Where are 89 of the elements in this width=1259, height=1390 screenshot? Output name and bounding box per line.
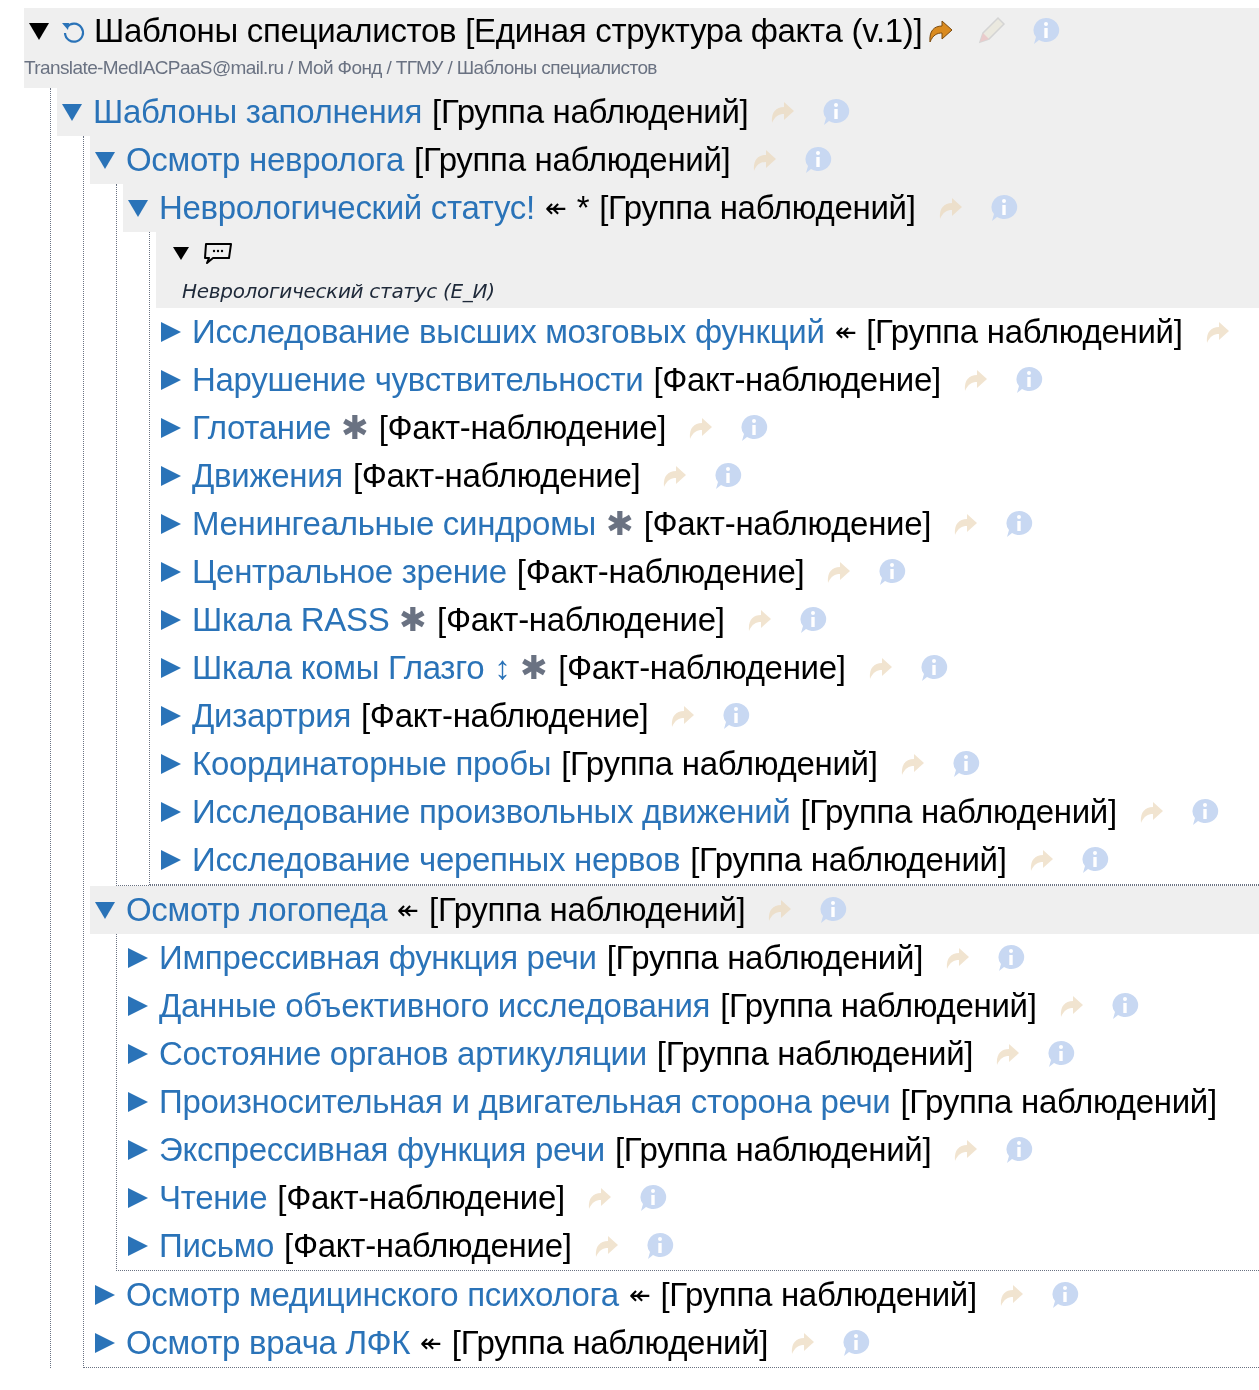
expand-triangle-icon[interactable] [127,1187,149,1209]
node-link[interactable]: Осмотр невролога [126,135,405,185]
collapse-triangle-icon[interactable] [28,21,50,41]
expand-triangle-icon[interactable] [127,995,149,1017]
expand-triangle-icon[interactable] [94,1284,116,1306]
node-link[interactable]: Состояние органов артикуляции [159,1029,647,1079]
expand-triangle-icon[interactable] [160,561,182,583]
node-link[interactable]: Исследование черепных нервов [192,835,681,885]
node-type: [Факт-наблюдение] [378,408,667,449]
expand-triangle-icon[interactable] [127,1043,149,1065]
node-type: [Группа наблюдений] [451,1323,769,1364]
node-link[interactable]: Экспрессивная функция речи [159,1125,605,1175]
node-type: [Группа наблюдений] [414,140,731,181]
asterisk-mark: ✱ [605,504,634,545]
node-type: [Факт-наблюдение] [643,504,932,545]
link-mark: ↞ [834,315,857,349]
node-link[interactable]: Осмотр врача ЛФК [126,1318,411,1368]
node-type: [Группа наблюдений] [614,1130,932,1171]
node-type: [Факт-наблюдение] [653,360,941,401]
expand-triangle-icon[interactable] [160,849,182,871]
node-link[interactable]: Шкала RASS [192,595,390,645]
expand-triangle-icon[interactable] [127,1139,149,1161]
asterisk-mark: ✱ [341,408,369,449]
node-link[interactable]: Исследование произвольных движений [192,787,791,837]
node-link[interactable]: Осмотр логопеда [126,885,388,935]
asterisk-mark: ✱ [520,648,549,689]
node-type: [Группа наблюдений] [866,312,1183,353]
expand-triangle-icon[interactable] [94,1332,116,1354]
expand-triangle-icon[interactable] [160,801,182,823]
node-type: [Группа наблюдений] [599,188,916,229]
node-type: [Факт-наблюдение] [516,552,805,593]
link-mark: ↞ [420,1326,442,1360]
node-type: [Факт-наблюдение] [558,648,846,689]
note-text: Неврологический статус (Е_И) [182,278,495,305]
expand-triangle-icon[interactable] [160,657,182,679]
node-link[interactable]: Письмо [159,1221,275,1271]
tree-title: Шаблоны специалистов [Единая структура факта (v.1)] [94,11,923,52]
asterisk-mark: * [576,188,590,229]
link-mark: ↞ [544,191,567,225]
node-link[interactable]: Исследование высших мозговых функций [192,307,825,357]
expand-triangle-icon[interactable] [160,705,182,727]
expand-triangle-icon[interactable] [160,321,182,343]
node-link[interactable]: Импрессивная функция речи [159,933,597,983]
node-link[interactable]: Менингеальные синдромы [192,499,596,549]
node-type: [Факт-наблюдение] [360,696,649,737]
node-type: [Группа наблюдений] [606,938,923,979]
node-link[interactable]: Осмотр медицинского психолога [126,1270,619,1320]
node-link[interactable]: Шкала комы Глазго [192,643,485,693]
link-mark: ↞ [397,893,420,927]
node-link[interactable]: Дизартрия [192,691,351,741]
range-mark: ↕ [494,648,511,689]
node-type: [Группа наблюдений] [429,890,746,931]
node-link[interactable]: Координаторные пробы [192,739,552,789]
node-link[interactable]: Движения [192,451,343,501]
node-link[interactable]: Нарушение чувствительности [192,355,644,405]
node-type: [Группа наблюдений] [720,986,1037,1027]
expand-triangle-icon[interactable] [127,1235,149,1257]
expand-triangle-icon[interactable] [160,417,182,439]
node-type: [Группа наблюдений] [561,744,878,785]
expand-triangle-icon[interactable] [160,513,182,535]
collapse-triangle-icon[interactable] [172,245,190,261]
expand-triangle-icon[interactable] [127,947,149,969]
node-type: [Группа наблюдений] [656,1034,974,1075]
node-link[interactable]: Чтение [159,1173,268,1223]
link-mark: ↞ [628,1278,651,1312]
expand-triangle-icon[interactable] [160,609,182,631]
node-type: [Факт-наблюдение] [352,456,641,497]
expand-triangle-icon[interactable] [160,753,182,775]
comment-icon [202,241,234,265]
node-type: [Группа наблюдений] [900,1082,1217,1123]
node-link[interactable]: Данные объективного исследования [159,981,711,1031]
info-icon[interactable] [995,942,1027,974]
node-link[interactable]: Глотание [192,403,331,453]
node-link[interactable]: Центральное зрение [192,547,507,597]
breadcrumb: Translate-MedIACPaaS@mail.ru / Мой Фонд / ТГМУ / Шаблоны специалистов [24,56,657,80]
node-type: [Факт-наблюдение] [437,600,725,641]
node-type: [Группа наблюдений] [690,840,1007,881]
expand-triangle-icon[interactable] [127,1091,149,1113]
expand-triangle-icon[interactable] [160,465,182,487]
node-link[interactable]: Неврологический статус! [159,183,535,233]
node-type: [Группа наблюдений] [432,92,749,133]
node-link[interactable]: Шаблоны заполнения [93,87,423,137]
node-type: [Группа наблюдений] [660,1275,977,1316]
expand-triangle-icon[interactable] [160,369,182,391]
node-type: [Группа наблюдений] [800,792,1117,833]
node-type: [Факт-наблюдение] [284,1226,572,1267]
node-link[interactable]: Произносительная и двигательная сторона речи [159,1077,891,1127]
node-type: [Факт-наблюдение] [277,1178,565,1219]
asterisk-mark: ✱ [399,600,428,641]
